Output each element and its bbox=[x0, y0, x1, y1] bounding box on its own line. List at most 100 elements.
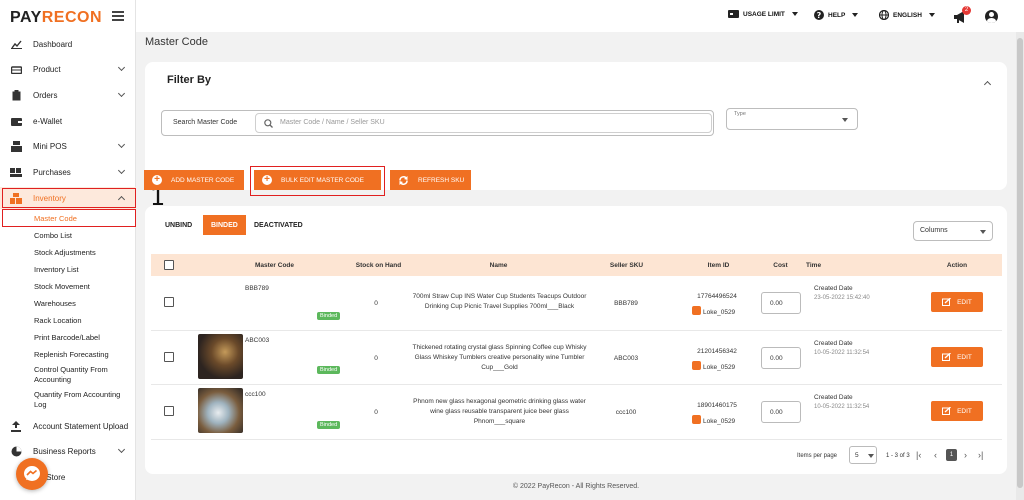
items-per-page-label: Items per page bbox=[797, 453, 838, 459]
sidebar-subitem-combo-list[interactable]: Combo List bbox=[34, 231, 72, 241]
edit-button[interactable]: EDIT bbox=[931, 347, 983, 367]
collapse-filter-icon[interactable] bbox=[983, 80, 992, 89]
sidebar-item-ewallet[interactable]: e-Wallet bbox=[0, 110, 136, 132]
stock-on-hand: 0 bbox=[374, 300, 378, 307]
seller-sku: ccc100 bbox=[615, 409, 637, 416]
chevron-down-icon bbox=[117, 166, 126, 175]
type-select[interactable]: Type bbox=[726, 108, 858, 130]
chevron-down-icon bbox=[117, 89, 126, 98]
refresh-sku-button[interactable]: REFRESH SKU bbox=[390, 170, 471, 190]
item-id[interactable]: 17764496524 bbox=[687, 292, 747, 302]
sidebar-subitem-control-quantity[interactable]: Control Quantity From Accounting bbox=[34, 365, 124, 385]
sidebar: PAYRECON Dashboard Product Orders e-Wall… bbox=[0, 0, 136, 500]
user-avatar-icon[interactable] bbox=[985, 10, 998, 23]
tab-unbind[interactable]: UNBIND bbox=[165, 215, 192, 235]
sidebar-item-dashboard[interactable]: Dashboard bbox=[0, 33, 136, 55]
messenger-chat-icon[interactable] bbox=[16, 458, 48, 490]
caret-down-icon bbox=[852, 13, 859, 17]
notification-button[interactable]: 2 bbox=[954, 6, 971, 23]
edit-button[interactable]: EDIT bbox=[931, 401, 983, 421]
product-image bbox=[198, 334, 243, 379]
store-icon bbox=[692, 306, 701, 315]
store-name: Loke_0529 bbox=[692, 414, 735, 427]
col-stock-on-hand: Stock on Hand bbox=[355, 262, 402, 269]
master-code[interactable]: BBB789 bbox=[245, 284, 269, 294]
current-page[interactable]: 1 bbox=[946, 449, 957, 461]
sidebar-item-orders[interactable]: Orders bbox=[0, 84, 136, 106]
edit-icon bbox=[942, 298, 952, 306]
search-master-code-field: Search Master Code Master Code / Name / … bbox=[161, 110, 714, 136]
product-name: 700ml Straw Cup INS Water Cup Students T… bbox=[412, 293, 587, 310]
next-page-icon[interactable]: › bbox=[964, 450, 967, 460]
table-row: ABC003 Binded 0 Thickened rotating cryst… bbox=[151, 331, 1002, 384]
search-input[interactable]: Master Code / Name / Seller SKU bbox=[255, 113, 712, 133]
sidebar-item-product[interactable]: Product bbox=[0, 58, 136, 80]
help-menu[interactable]: ? HELP bbox=[814, 10, 859, 20]
annotation-box-master-code bbox=[2, 209, 136, 227]
store-name: Loke_0529 bbox=[692, 360, 735, 373]
edit-icon bbox=[942, 353, 952, 361]
item-id[interactable]: 21201456342 bbox=[687, 347, 747, 357]
plus-icon: + bbox=[152, 175, 162, 185]
store-icon bbox=[692, 415, 701, 424]
sidebar-subitem-inventory-list[interactable]: Inventory List bbox=[34, 265, 79, 275]
menu-toggle-icon[interactable] bbox=[112, 11, 124, 21]
sidebar-subitem-stock-adjustments[interactable]: Stock Adjustments bbox=[34, 248, 96, 258]
sidebar-subitem-rack-location[interactable]: Rack Location bbox=[34, 316, 82, 326]
pagination: Items per page 5 1 - 3 of 3 |‹ ‹ 1 › ›| bbox=[795, 445, 1005, 467]
sidebar-subitem-quantity-log[interactable]: Quantity From Accounting Log bbox=[34, 390, 129, 410]
first-page-icon[interactable]: |‹ bbox=[916, 450, 921, 460]
page-scrollbar[interactable] bbox=[1016, 32, 1024, 500]
edit-button[interactable]: EDIT bbox=[931, 292, 983, 312]
columns-select[interactable]: Columns bbox=[913, 221, 993, 241]
col-name: Name bbox=[489, 262, 508, 269]
col-time: Time bbox=[806, 262, 822, 269]
sidebar-subitem-replenish-forecasting[interactable]: Replenish Forecasting bbox=[34, 350, 109, 360]
tab-deactivated[interactable]: DEACTIVATED bbox=[254, 215, 303, 235]
chart-icon bbox=[10, 38, 22, 50]
sidebar-item-business-reports[interactable]: Business Reports bbox=[0, 440, 136, 462]
item-id[interactable]: 18901460175 bbox=[687, 401, 747, 411]
refresh-icon bbox=[399, 175, 408, 185]
master-code[interactable]: ccc100 bbox=[245, 390, 266, 400]
col-cost: Cost bbox=[773, 262, 788, 269]
wallet-icon bbox=[10, 115, 22, 127]
sidebar-item-account-statement-upload[interactable]: Account Statement Upload bbox=[0, 415, 136, 437]
stock-on-hand: 0 bbox=[374, 409, 378, 416]
last-page-icon[interactable]: ›| bbox=[978, 450, 983, 460]
cost-input[interactable]: 0.00 bbox=[761, 347, 801, 369]
pie-icon bbox=[10, 445, 22, 457]
caret-down-icon bbox=[791, 12, 798, 16]
row-checkbox[interactable] bbox=[164, 352, 174, 362]
sidebar-subitem-stock-movement[interactable]: Stock Movement bbox=[34, 282, 90, 292]
master-code-table-card: UNBIND BINDED DEACTIVATED Columns Master… bbox=[145, 206, 1007, 474]
page-range: 1 - 3 of 3 bbox=[886, 453, 910, 459]
filter-title: Filter By bbox=[167, 74, 212, 86]
sidebar-subitem-warehouses[interactable]: Warehouses bbox=[34, 299, 76, 309]
svg-text:?: ? bbox=[817, 11, 822, 20]
sidebar-subitem-print-barcode[interactable]: Print Barcode/Label bbox=[34, 333, 100, 343]
usage-limit-menu[interactable]: USAGE LIMIT bbox=[728, 10, 798, 18]
app-logo[interactable]: PAYRECON bbox=[10, 9, 102, 27]
per-page-select[interactable]: 5 bbox=[849, 446, 877, 464]
type-label: Type bbox=[734, 111, 746, 117]
add-master-code-button[interactable]: + ADD MASTER CODE bbox=[144, 170, 244, 190]
annotation-box-bulk-edit bbox=[250, 166, 385, 196]
language-menu[interactable]: ENGLISH bbox=[879, 10, 935, 20]
stock-on-hand: 0 bbox=[374, 355, 378, 362]
row-checkbox[interactable] bbox=[164, 297, 174, 307]
prev-page-icon[interactable]: ‹ bbox=[934, 450, 937, 460]
row-checkbox[interactable] bbox=[164, 406, 174, 416]
pos-icon bbox=[10, 140, 22, 152]
created-date: 23-05-2022 15:42:40 bbox=[814, 295, 870, 301]
cost-input[interactable]: 0.00 bbox=[761, 292, 801, 314]
caret-down-icon bbox=[928, 13, 935, 17]
clipboard-icon bbox=[10, 89, 22, 101]
cost-input[interactable]: 0.00 bbox=[761, 401, 801, 423]
sidebar-item-purchases[interactable]: Purchases bbox=[0, 161, 136, 183]
select-all-checkbox[interactable] bbox=[164, 260, 174, 270]
tab-binded[interactable]: BINDED bbox=[203, 215, 246, 235]
sidebar-item-mini-pos[interactable]: Mini POS bbox=[0, 135, 136, 157]
master-code[interactable]: ABC003 bbox=[245, 336, 269, 346]
help-icon: ? bbox=[814, 10, 824, 20]
